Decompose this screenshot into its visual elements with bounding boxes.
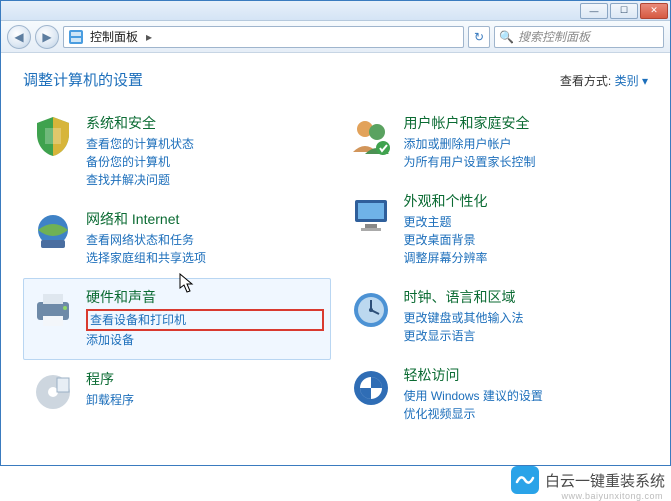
- category-columns: 系统和安全 查看您的计算机状态 备份您的计算机 查找并解决问题 网络和 Inte…: [23, 104, 648, 434]
- link-network-status[interactable]: 查看网络状态和任务: [86, 231, 324, 249]
- watermark-text: 白云一键重装系统: [545, 470, 665, 491]
- titlebar: — ☐ ✕: [1, 1, 670, 21]
- cat-programs[interactable]: 程序 卸载程序: [23, 360, 331, 426]
- link-wallpaper[interactable]: 更改桌面背景: [404, 231, 642, 249]
- link-view-status[interactable]: 查看您的计算机状态: [86, 135, 324, 153]
- cat-system-security[interactable]: 系统和安全 查看您的计算机状态 备份您的计算机 查找并解决问题: [23, 104, 331, 200]
- link-uninstall[interactable]: 卸载程序: [86, 391, 324, 409]
- address-bar[interactable]: 控制面板 ▸: [63, 26, 464, 48]
- cat-title[interactable]: 程序: [86, 369, 324, 389]
- page-title: 调整计算机的设置: [23, 69, 143, 90]
- viewby-dropdown[interactable]: 类别 ▾: [615, 74, 648, 88]
- heading-row: 调整计算机的设置 查看方式: 类别 ▾: [23, 69, 648, 90]
- viewby-label: 查看方式:: [560, 74, 611, 88]
- cat-title[interactable]: 系统和安全: [86, 113, 324, 133]
- search-icon: 🔍: [499, 30, 514, 44]
- printer-icon: [30, 287, 76, 333]
- refresh-button[interactable]: ↻: [468, 26, 490, 48]
- link-video[interactable]: 优化视频显示: [404, 405, 642, 423]
- link-add-remove-users[interactable]: 添加或删除用户帐户: [404, 135, 642, 153]
- cat-network[interactable]: 网络和 Internet 查看网络状态和任务 选择家庭组和共享选项: [23, 200, 331, 278]
- content-area: 调整计算机的设置 查看方式: 类别 ▾ 系统和安全: [1, 53, 670, 465]
- cat-title[interactable]: 时钟、语言和区域: [404, 287, 642, 307]
- cat-title[interactable]: 用户帐户和家庭安全: [404, 113, 642, 133]
- right-column: 用户帐户和家庭安全 添加或删除用户帐户 为所有用户设置家长控制 外观和个性化: [341, 104, 649, 434]
- back-button[interactable]: ◀: [7, 25, 31, 49]
- cat-title[interactable]: 轻松访问: [404, 365, 642, 385]
- watermark-logo-icon: [511, 466, 539, 494]
- link-devices-printers[interactable]: 查看设备和打印机: [86, 309, 324, 331]
- shield-icon: [30, 113, 76, 159]
- address-group: 控制面板 ▸ ↻: [63, 26, 490, 48]
- close-button[interactable]: ✕: [640, 3, 668, 19]
- users-icon: [348, 113, 394, 159]
- clock-globe-icon: [348, 287, 394, 333]
- chevron-down-icon: ▾: [642, 74, 648, 88]
- link-resolution[interactable]: 调整屏幕分辨率: [404, 249, 642, 267]
- watermark: 白云一键重装系统: [511, 466, 665, 494]
- link-add-device[interactable]: 添加设备: [86, 331, 324, 349]
- globe-icon: [30, 209, 76, 255]
- cat-ease-of-access[interactable]: 轻松访问 使用 Windows 建议的设置 优化视频显示: [341, 356, 649, 434]
- control-panel-icon: [68, 29, 84, 45]
- navbar: ◀ ▶ 控制面板 ▸ ↻ 🔍 搜索控制面板: [1, 21, 670, 53]
- maximize-button[interactable]: ☐: [610, 3, 638, 19]
- cat-title[interactable]: 外观和个性化: [404, 191, 642, 211]
- monitor-icon: [348, 191, 394, 237]
- search-placeholder: 搜索控制面板: [518, 28, 590, 45]
- breadcrumb[interactable]: 控制面板: [90, 28, 138, 45]
- link-keyboard[interactable]: 更改键盘或其他输入法: [404, 309, 642, 327]
- link-language[interactable]: 更改显示语言: [404, 327, 642, 345]
- cat-appearance[interactable]: 外观和个性化 更改主题 更改桌面背景 调整屏幕分辨率: [341, 182, 649, 278]
- cat-title[interactable]: 硬件和声音: [86, 287, 324, 307]
- left-column: 系统和安全 查看您的计算机状态 备份您的计算机 查找并解决问题 网络和 Inte…: [23, 104, 331, 434]
- link-troubleshoot[interactable]: 查找并解决问题: [86, 171, 324, 189]
- view-by: 查看方式: 类别 ▾: [560, 72, 648, 89]
- cat-hardware-sound[interactable]: 硬件和声音 查看设备和打印机 添加设备: [23, 278, 331, 360]
- link-parental[interactable]: 为所有用户设置家长控制: [404, 153, 642, 171]
- link-recommended[interactable]: 使用 Windows 建议的设置: [404, 387, 642, 405]
- search-input[interactable]: 🔍 搜索控制面板: [494, 26, 664, 48]
- breadcrumb-sep-icon: ▸: [146, 30, 152, 44]
- cat-clock-region[interactable]: 时钟、语言和区域 更改键盘或其他输入法 更改显示语言: [341, 278, 649, 356]
- cat-title[interactable]: 网络和 Internet: [86, 209, 324, 229]
- ease-icon: [348, 365, 394, 411]
- link-backup[interactable]: 备份您的计算机: [86, 153, 324, 171]
- disc-icon: [30, 369, 76, 415]
- cat-user-accounts[interactable]: 用户帐户和家庭安全 添加或删除用户帐户 为所有用户设置家长控制: [341, 104, 649, 182]
- forward-button[interactable]: ▶: [35, 25, 59, 49]
- minimize-button[interactable]: —: [580, 3, 608, 19]
- window-frame: — ☐ ✕ ◀ ▶ 控制面板 ▸ ↻ 🔍 搜索控制面板 调整计算机的设置 查看方: [0, 0, 671, 466]
- link-homegroup[interactable]: 选择家庭组和共享选项: [86, 249, 324, 267]
- link-theme[interactable]: 更改主题: [404, 213, 642, 231]
